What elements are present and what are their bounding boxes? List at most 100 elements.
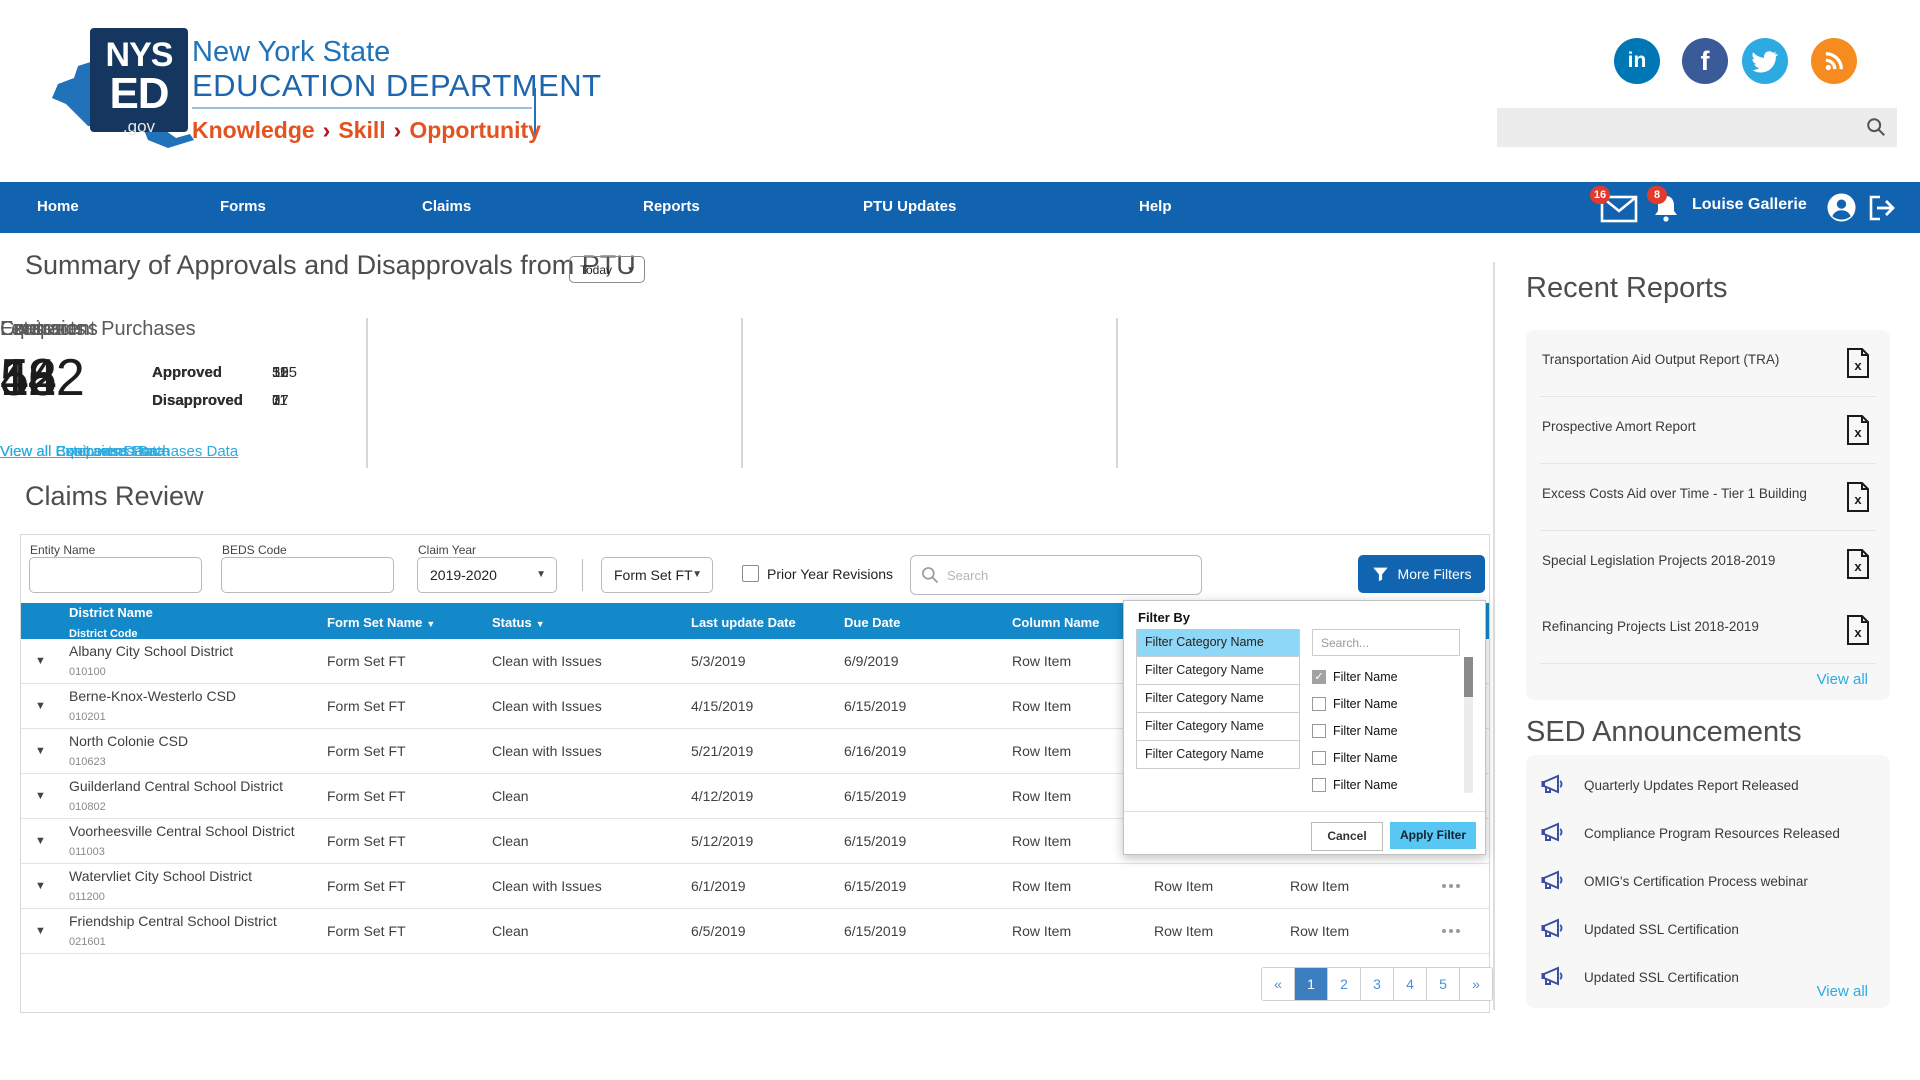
table-row[interactable]: ▼ Watervliet City School District 011200… xyxy=(21,864,1489,909)
nav-item-home[interactable]: Home xyxy=(37,198,79,215)
checkbox-icon[interactable] xyxy=(1312,751,1326,765)
report-title: Special Legislation Projects 2018-2019 xyxy=(1542,553,1822,568)
rss-icon[interactable] xyxy=(1811,38,1857,84)
report-item[interactable]: Excess Costs Aid over Time - Tier 1 Buil… xyxy=(1540,464,1876,531)
entity-name-input[interactable] xyxy=(29,557,202,593)
approved-label: Approved xyxy=(152,364,222,381)
excel-file-icon[interactable]: x xyxy=(1846,415,1870,445)
filter-checkbox-row[interactable]: Filter Name xyxy=(1312,771,1398,798)
last-update-cell: 4/15/2019 xyxy=(691,698,844,714)
filter-search-input[interactable] xyxy=(1312,629,1460,656)
claim-year-value: 2019-2020 xyxy=(430,567,497,583)
claim-year-select[interactable]: 2019-2020 ▼ xyxy=(417,557,557,593)
period-select[interactable]: Today ▼ xyxy=(569,256,645,283)
col-last-update[interactable]: Last update Date xyxy=(691,615,844,630)
row-menu-icon[interactable] xyxy=(1442,929,1489,933)
brand-tagline: Knowledge›Skill›Opportunity xyxy=(192,117,541,144)
nysed-logo[interactable]: NYS ED .gov xyxy=(48,18,198,158)
expand-row-icon[interactable]: ▼ xyxy=(35,835,69,847)
report-item[interactable]: Special Legislation Projects 2018-2019 x xyxy=(1540,531,1876,597)
checkbox-icon[interactable] xyxy=(1312,697,1326,711)
announcement-item[interactable]: Compliance Program Resources Released xyxy=(1526,809,1890,857)
announcement-item[interactable]: OMIG's Certification Process webinar xyxy=(1526,857,1890,905)
excel-file-icon[interactable]: x xyxy=(1846,348,1870,378)
expand-row-icon[interactable]: ▼ xyxy=(35,745,69,757)
recent-reports-list: Transportation Aid Output Report (TRA) x… xyxy=(1526,330,1890,664)
nav-item-ptu-updates[interactable]: PTU Updates xyxy=(863,198,956,215)
col-district[interactable]: District Name District Code xyxy=(69,603,327,642)
nav-item-forms[interactable]: Forms xyxy=(220,198,266,215)
account-icon[interactable] xyxy=(1826,192,1857,223)
announcement-title: OMIG's Certification Process webinar xyxy=(1584,874,1808,889)
col-form-set[interactable]: Form Set Name▼ xyxy=(327,615,492,630)
table-row[interactable]: ▼ Friendship Central School District 021… xyxy=(21,909,1489,954)
report-item[interactable]: Refinancing Projects List 2018-2019 x xyxy=(1540,597,1876,664)
report-item[interactable]: Prospective Amort Report x xyxy=(1540,397,1876,464)
checkbox-icon[interactable] xyxy=(1312,778,1326,792)
stat-divider xyxy=(741,318,743,468)
more-filters-button[interactable]: More Filters xyxy=(1358,555,1485,593)
prior-year-revisions-checkbox[interactable] xyxy=(742,565,759,582)
user-name[interactable]: Louise Gallerie xyxy=(1692,196,1807,214)
beds-code-input[interactable] xyxy=(221,557,394,593)
district-name: Voorheesville Central School District xyxy=(69,823,295,839)
col-status[interactable]: Status▼ xyxy=(492,615,691,630)
twitter-icon[interactable] xyxy=(1742,38,1788,84)
linkedin-icon[interactable]: in xyxy=(1614,38,1660,84)
site-search-bar[interactable] xyxy=(1497,108,1897,147)
filter-category-item[interactable]: Filter Category Name xyxy=(1136,713,1300,741)
checkbox-icon[interactable] xyxy=(1312,724,1326,738)
expand-row-icon[interactable]: ▼ xyxy=(35,655,69,667)
checkbox-icon[interactable]: ✓ xyxy=(1312,670,1326,684)
announcements-view-all-link[interactable]: View all xyxy=(1817,983,1868,1000)
district-name: Watervliet City School District xyxy=(69,868,252,884)
table-search-input[interactable] xyxy=(945,557,1189,593)
page-button[interactable]: « xyxy=(1262,968,1295,1000)
popup-scrollbar[interactable] xyxy=(1464,657,1473,793)
facebook-icon[interactable]: f xyxy=(1682,38,1728,84)
page-button[interactable]: 1 xyxy=(1295,968,1328,1000)
due-date-cell: 6/16/2019 xyxy=(844,743,1012,759)
expand-row-icon[interactable]: ▼ xyxy=(35,925,69,937)
nav-item-reports[interactable]: Reports xyxy=(643,198,700,215)
page-button[interactable]: 3 xyxy=(1361,968,1394,1000)
page-button[interactable]: » xyxy=(1460,968,1492,1000)
stat-divider xyxy=(1116,318,1118,468)
filter-category-item[interactable]: Filter Category Name xyxy=(1136,629,1300,657)
expand-row-icon[interactable]: ▼ xyxy=(35,880,69,892)
announcement-item[interactable]: Quarterly Updates Report Released xyxy=(1526,761,1890,809)
col-due-date[interactable]: Due Date xyxy=(844,615,1012,630)
report-item[interactable]: Transportation Aid Output Report (TRA) x xyxy=(1540,330,1876,397)
cancel-button[interactable]: Cancel xyxy=(1311,822,1383,851)
filter-checkbox-row[interactable]: Filter Name xyxy=(1312,744,1398,771)
filter-checkbox-row[interactable]: Filter Name xyxy=(1312,717,1398,744)
report-title: Transportation Aid Output Report (TRA) xyxy=(1542,352,1822,367)
expand-row-icon[interactable]: ▼ xyxy=(35,700,69,712)
logo-text-gov: .gov xyxy=(90,118,188,135)
filter-category-item[interactable]: Filter Category Name xyxy=(1136,657,1300,685)
expand-row-icon[interactable]: ▼ xyxy=(35,790,69,802)
form-set-cell: Form Set FT xyxy=(327,878,492,894)
view-all-equipment-purchases-link[interactable]: View all Equipment Purchases Data xyxy=(0,443,238,460)
disapproved-label: Disapproved xyxy=(152,392,243,409)
nav-item-help[interactable]: Help xyxy=(1139,198,1172,215)
announcement-item[interactable]: Updated SSL Certification xyxy=(1526,905,1890,953)
filter-checkbox-row[interactable]: ✓ Filter Name xyxy=(1312,663,1398,690)
reports-view-all-link[interactable]: View all xyxy=(1817,671,1868,688)
page-button[interactable]: 2 xyxy=(1328,968,1361,1000)
filter-category-item[interactable]: Filter Category Name xyxy=(1136,741,1300,769)
apply-filter-button[interactable]: Apply Filter xyxy=(1390,822,1476,849)
nav-item-claims[interactable]: Claims xyxy=(422,198,471,215)
excel-file-icon[interactable]: x xyxy=(1846,482,1870,512)
page-button[interactable]: 4 xyxy=(1394,968,1427,1000)
filter-checkbox-row[interactable]: Filter Name xyxy=(1312,690,1398,717)
form-set-select[interactable]: Form Set FT ▼ xyxy=(601,557,713,593)
excel-file-icon[interactable]: x xyxy=(1846,615,1870,645)
filter-category-item[interactable]: Filter Category Name xyxy=(1136,685,1300,713)
row-menu-icon[interactable] xyxy=(1442,884,1489,888)
excel-file-icon[interactable]: x xyxy=(1846,549,1870,579)
page-button[interactable]: 5 xyxy=(1427,968,1460,1000)
scrollbar-thumb[interactable] xyxy=(1464,657,1473,697)
report-title: Excess Costs Aid over Time - Tier 1 Buil… xyxy=(1542,486,1822,501)
sign-out-icon[interactable] xyxy=(1868,195,1896,221)
